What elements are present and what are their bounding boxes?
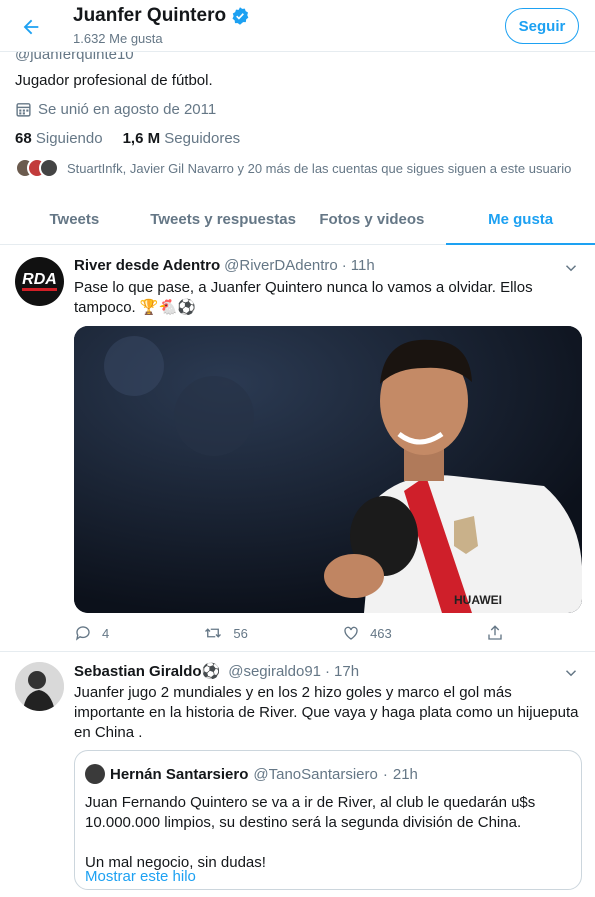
like-count: 463 [370, 625, 392, 641]
quoted-author-handle: @TanoSantarsiero [253, 765, 378, 783]
quoted-tweet[interactable]: Hernán Santarsiero @TanoSantarsiero · 21… [74, 750, 582, 890]
retweet-count: 56 [233, 625, 248, 641]
chevron-down-icon[interactable] [562, 259, 580, 277]
follow-button[interactable]: Seguir [505, 8, 579, 44]
known-followers-text: StuartInfk, Javier Gil Navarro y 20 más … [67, 160, 572, 176]
calendar-icon [16, 103, 31, 117]
tab-tweets-and-replies[interactable]: Tweets y respuestas [149, 194, 298, 244]
tab-likes[interactable]: Me gusta [446, 194, 595, 245]
tweet-actions: 4 56 463 [74, 624, 504, 642]
tweet-header: River desde Adentro @RiverDAdentro · 11h [74, 257, 375, 274]
reply-icon [75, 626, 90, 641]
tweet-header: Sebastian Giraldo⚽ @segiraldo91 · 17h [74, 662, 359, 681]
follow-stats: 68 Siguiendo 1,6 M Seguidores [15, 130, 240, 147]
following-label: Siguiendo [35, 130, 103, 147]
quoted-tweet-text: Juan Fernando Quintero se va a ir de Riv… [85, 793, 565, 873]
profile-name-header: Juanfer Quintero [73, 5, 250, 27]
tweet[interactable]: Sebastian Giraldo⚽ @segiraldo91 · 17h Ju… [0, 653, 595, 897]
profile-name: Juanfer Quintero [73, 5, 227, 26]
tab-tweets[interactable]: Tweets [0, 194, 149, 244]
quoted-tweet-header: Hernán Santarsiero @TanoSantarsiero · 21… [85, 764, 418, 784]
like-icon [344, 626, 358, 640]
avatar[interactable]: RDA [15, 257, 64, 306]
reply-count: 4 [102, 625, 110, 641]
separator-dot: · [325, 662, 331, 680]
followers-stat[interactable]: 1,6 M Seguidores [123, 130, 241, 147]
profile-bio: Jugador profesional de fútbol. [15, 72, 213, 89]
following-count: 68 [15, 130, 32, 147]
verified-icon [232, 7, 249, 25]
profile-tabs: Tweets Tweets y respuestas Fotos y video… [0, 194, 595, 245]
known-followers-avatars [15, 158, 59, 178]
retweet-icon [205, 628, 222, 638]
tab-media[interactable]: Fotos y videos [298, 194, 447, 244]
sponsor-text: HUAWEI [454, 593, 502, 607]
avatar-logo-text: RDA [22, 272, 57, 291]
quoted-tweet-time: 21h [392, 765, 418, 783]
separator-dot: · [382, 765, 388, 783]
like-button[interactable]: 463 [342, 624, 392, 642]
avatar [85, 764, 105, 784]
quoted-tweet-paragraph: Juan Fernando Quintero se va a ir de Riv… [85, 794, 536, 831]
likes-count: 1.632 Me gusta [73, 31, 163, 46]
avatar[interactable] [15, 662, 64, 711]
show-thread-link[interactable]: Mostrar este hilo [85, 868, 196, 885]
tweet-author-handle[interactable]: @RiverDAdentro [224, 257, 338, 274]
chevron-down-icon[interactable] [562, 664, 580, 682]
tweet-time[interactable]: 17h [334, 663, 359, 680]
quoted-author-name: Hernán Santarsiero [110, 765, 249, 783]
reply-button[interactable]: 4 [74, 624, 109, 642]
retweet-button[interactable]: 56 [203, 624, 248, 642]
tweet-author-name[interactable]: Sebastian Giraldo⚽ [74, 662, 220, 680]
share-button[interactable] [486, 624, 504, 642]
separator-dot: · [341, 257, 347, 274]
joined-date: Se unió en agosto de 2011 [15, 101, 216, 118]
tweet-text: Juanfer jugo 2 mundiales y en los 2 hizo… [74, 684, 579, 741]
avatar [39, 158, 59, 178]
back-button[interactable] [14, 10, 48, 44]
tweet-author-name[interactable]: River desde Adentro [74, 257, 220, 274]
avatar-photo [15, 662, 64, 711]
tweet[interactable]: RDA River desde Adentro @RiverDAdentro ·… [0, 246, 595, 652]
followers-count: 1,6 M [122, 130, 161, 147]
profile-header: Juanfer Quintero 1.632 Me gusta Seguir [0, 0, 595, 52]
tweet-time[interactable]: 11h [351, 257, 375, 274]
followers-label: Seguidores [164, 130, 241, 147]
tweet-author-handle[interactable]: @segiraldo91 [228, 663, 321, 680]
joined-text: Se unió en agosto de 2011 [38, 101, 217, 118]
known-followers[interactable]: StuartInfk, Javier Gil Navarro y 20 más … [15, 158, 571, 178]
back-arrow-icon [23, 19, 39, 35]
player-photo: HUAWEI [74, 326, 582, 613]
tweet-text: Pase lo que pase, a Juanfer Quintero nun… [74, 279, 533, 316]
following-stat[interactable]: 68 Siguiendo [15, 130, 103, 147]
share-icon [488, 625, 502, 640]
tweet-photo[interactable]: HUAWEI [74, 326, 582, 613]
